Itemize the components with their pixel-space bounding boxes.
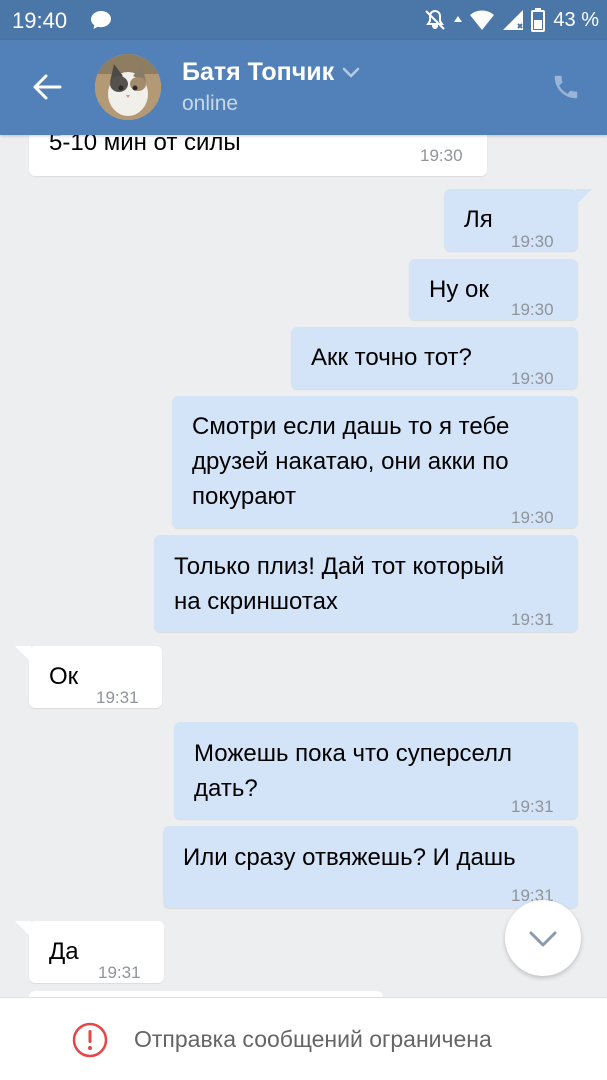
mute-icon <box>425 9 446 30</box>
signal-icon <box>503 10 524 30</box>
message-time: 19:30 <box>511 300 554 319</box>
contact-name-row[interactable]: Батя Топчик <box>182 58 360 87</box>
message-time: 19:31 <box>511 610 554 629</box>
chevron-down-icon <box>529 931 557 947</box>
contact-status: online <box>182 92 239 115</box>
message-time: 19:30 <box>420 146 463 165</box>
message-outgoing[interactable]: Можешь пока что суперселл дать? 19:31 <box>174 722 578 819</box>
message-time: 19:30 <box>511 508 554 527</box>
scroll-down-button[interactable] <box>505 900 581 976</box>
data-arrows-icon <box>454 16 463 22</box>
message-incoming[interactable]: Ок 19:31 <box>15 646 162 708</box>
restriction-notice: Отправка сообщений ограничена <box>134 1026 492 1052</box>
message-time: 19:31 <box>98 963 141 982</box>
message-incoming[interactable]: Да 19:31 <box>15 921 164 983</box>
message-time: 19:30 <box>511 369 554 388</box>
status-time: 19:40 <box>12 8 68 33</box>
status-bar: 19:40 43 % <box>0 0 607 40</box>
battery-icon <box>531 8 546 32</box>
message-time: 19:31 <box>96 688 139 707</box>
message-outgoing[interactable]: Или сразу отвяжешь? И дашь 19:31 <box>163 826 578 908</box>
battery-percent: 43 % <box>553 8 599 31</box>
message-outgoing[interactable]: Ну ок 19:30 <box>409 259 578 320</box>
message-list[interactable]: 5-10 мин от силы 19:30 Ля 19:30 Ну ок 19… <box>0 135 607 997</box>
chat-header: Батя Топчик online <box>0 40 607 135</box>
message-incoming[interactable]: 5-10 мин от силы 19:30 <box>29 135 487 176</box>
warning-icon <box>72 1022 108 1058</box>
message-outgoing[interactable]: Смотри если дашь то я тебе друзей наката… <box>172 396 578 528</box>
bubble-tail <box>15 646 31 662</box>
cat-avatar-image <box>95 54 161 120</box>
message-outgoing[interactable]: Акк точно тот? 19:30 <box>291 327 578 389</box>
wifi-icon <box>470 10 495 30</box>
chat-bubble-icon <box>91 11 111 29</box>
bubble-tail <box>576 189 592 205</box>
chevron-down-icon[interactable] <box>342 67 360 79</box>
avatar[interactable] <box>95 54 161 120</box>
contact-name: Батя Топчик <box>182 58 335 86</box>
message-outgoing[interactable]: Только плиз! Дай тот который на скриншот… <box>154 535 578 632</box>
phone-icon[interactable] <box>551 72 581 102</box>
message-time: 19:30 <box>511 232 554 251</box>
message-time: 19:31 <box>511 797 554 816</box>
bubble-tail <box>15 921 31 937</box>
input-area: Отправка сообщений ограничена <box>0 997 607 1080</box>
back-arrow-icon[interactable] <box>30 70 64 104</box>
status-icons: 43 % <box>423 6 599 34</box>
message-outgoing[interactable]: Ля 19:30 <box>444 189 592 251</box>
